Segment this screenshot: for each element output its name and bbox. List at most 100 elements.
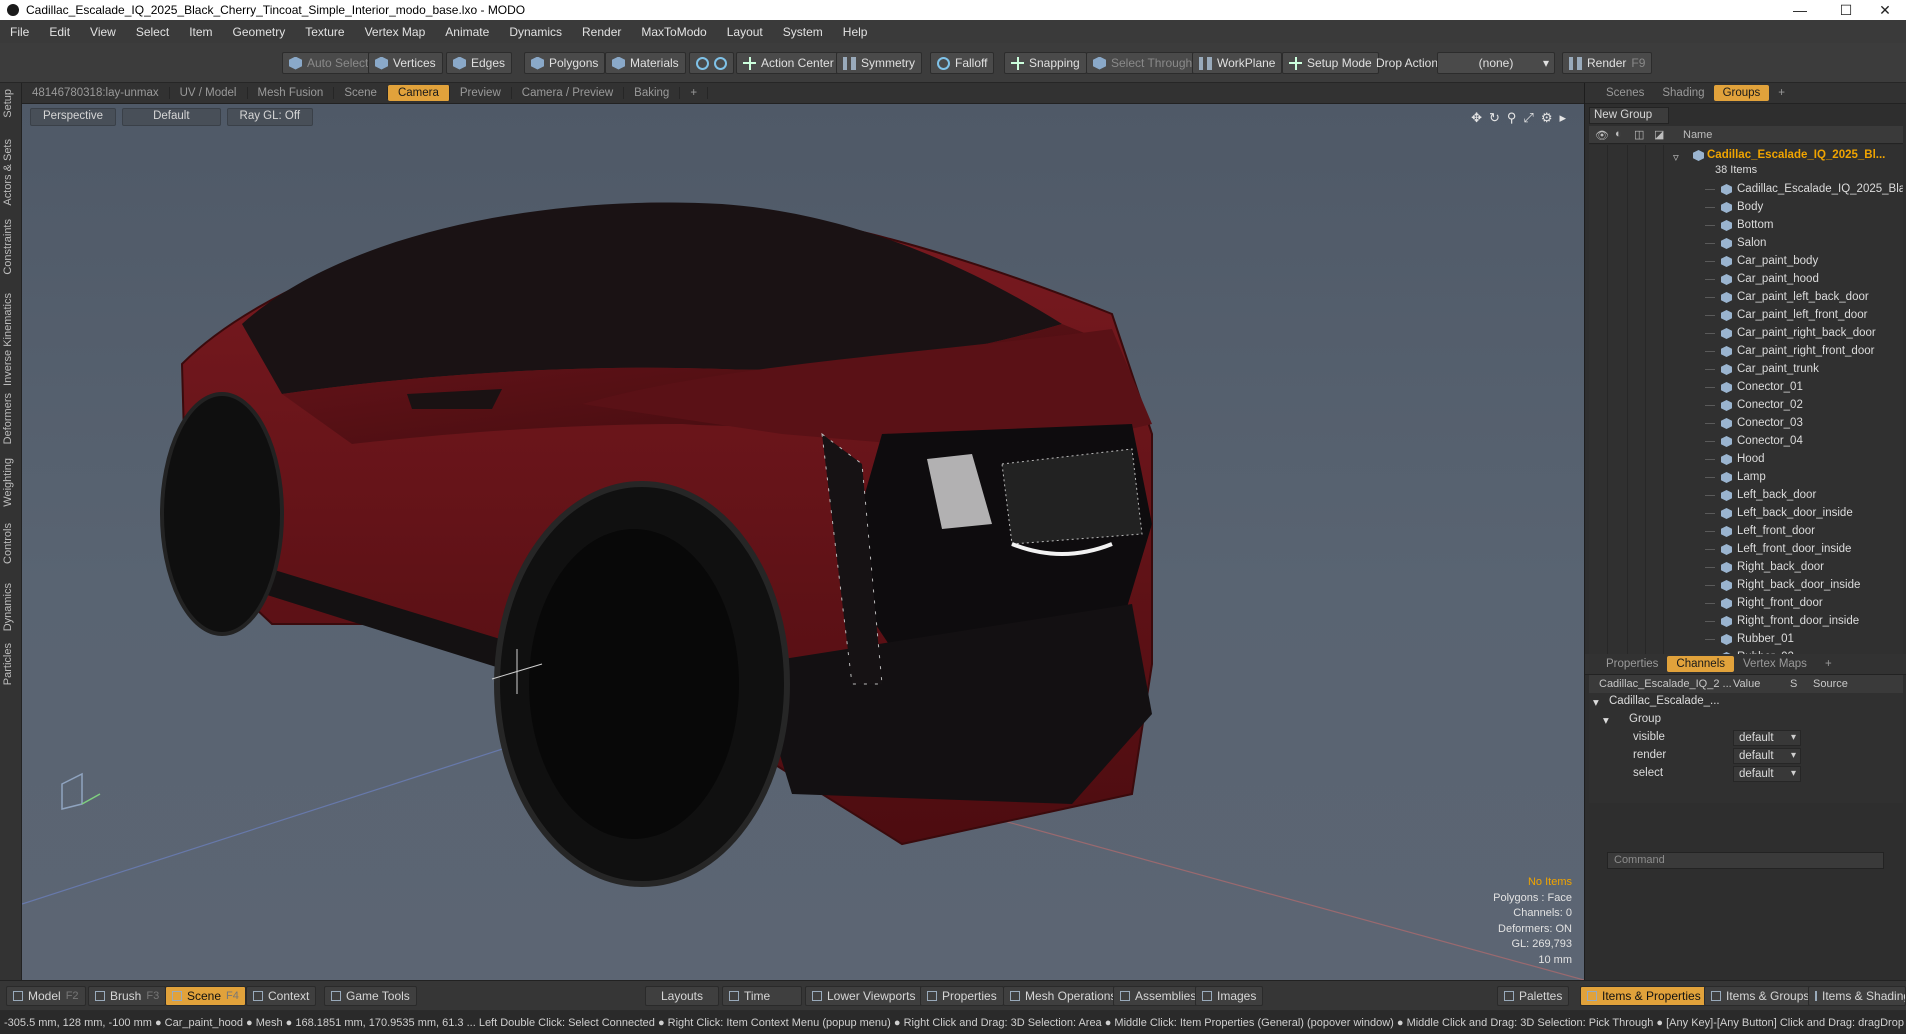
tab-mesh-fusion[interactable]: Mesh Fusion (248, 87, 335, 99)
menu-maxtomodo[interactable]: MaxToModo (631, 25, 716, 39)
strip-tab-actors-sets[interactable]: Actors & Sets (2, 139, 14, 206)
strip-tab-setup[interactable]: Setup (2, 89, 14, 118)
menu-geometry[interactable]: Geometry (223, 25, 296, 39)
group-item-row[interactable]: Left_front_door (1589, 523, 1903, 541)
setup-mode-button[interactable]: Setup Mode (1282, 52, 1379, 74)
menu-select[interactable]: Select (126, 25, 179, 39)
channel-row-visible[interactable]: visible default (1589, 729, 1903, 747)
select-value-select[interactable]: default (1733, 766, 1801, 782)
menu-file[interactable]: File (0, 25, 39, 39)
edges-button[interactable]: Edges (446, 52, 513, 74)
items-properties-button[interactable]: Items & Properties (1580, 986, 1708, 1006)
name-column-header[interactable]: Name (1683, 129, 1712, 141)
group-item-row[interactable]: Conector_02 (1589, 397, 1903, 415)
group-item-row[interactable]: Right_back_door (1589, 559, 1903, 577)
tab-shading[interactable]: Shading (1653, 87, 1713, 99)
channel-tree-root[interactable]: ▾ Cadillac_Escalade_... (1589, 693, 1903, 711)
menu-item[interactable]: Item (179, 25, 222, 39)
tab-baking[interactable]: Baking (624, 87, 681, 99)
tab-layout-unmax[interactable]: 48146780318:lay-unmax (22, 87, 170, 99)
strip-tab-weighting[interactable]: Weighting (2, 458, 14, 507)
tab-scene[interactable]: Scene (334, 87, 388, 99)
group-item-row[interactable]: Conector_01 (1589, 379, 1903, 397)
drop-action-select[interactable]: (none) ▾ (1437, 52, 1555, 74)
game-tools-button[interactable]: Game Tools (324, 986, 417, 1006)
time-button[interactable]: Time (722, 986, 802, 1006)
group-item-row[interactable]: Conector_04 (1589, 433, 1903, 451)
brush-layout-button[interactable]: Brush F3 (88, 986, 167, 1006)
menu-dynamics[interactable]: Dynamics (499, 25, 572, 39)
menu-vertex-map[interactable]: Vertex Map (355, 25, 436, 39)
lower-viewports-button[interactable]: Lower Viewports (805, 986, 923, 1006)
perspective-dropdown[interactable]: Perspective (30, 108, 117, 126)
group-item-row[interactable]: Car_paint_body (1589, 253, 1903, 271)
group-item-row[interactable]: Cadillac_Escalade_IQ_2025_Black... (1589, 181, 1903, 199)
group-item-row[interactable]: Lamp (1589, 469, 1903, 487)
add-tab-button[interactable]: + (680, 87, 709, 99)
group-item-row[interactable]: Right_front_door_inside (1589, 613, 1903, 631)
group-item-row[interactable]: Hood (1589, 451, 1903, 469)
materials-button[interactable]: Materials (605, 52, 686, 74)
strip-tab-deformers[interactable]: Deformers (2, 393, 14, 444)
group-item-row[interactable]: Left_back_door (1589, 487, 1903, 505)
channel-tree-group[interactable]: ▾ Group (1589, 711, 1903, 729)
new-group-button[interactable]: New Group (1589, 107, 1669, 124)
3d-viewport[interactable]: ✥ ↻ ⚲ ⤢ ⚙ ▸ No Items Polygons : Face Cha… (22, 104, 1584, 980)
properties-button[interactable]: Properties (920, 986, 1004, 1006)
assemblies-button[interactable]: Assemblies (1113, 986, 1204, 1006)
expand-triangle-icon[interactable]: ▾ (1603, 713, 1609, 727)
context-layout-button[interactable]: Context (246, 986, 317, 1006)
mesh-operations-button[interactable]: Mesh Operations (1003, 986, 1124, 1006)
model-layout-button[interactable]: Model F2 (6, 986, 86, 1006)
selection-sets-button[interactable] (689, 52, 734, 74)
group-item-row[interactable]: Salon (1589, 235, 1903, 253)
tab-camera-preview[interactable]: Camera / Preview (512, 87, 625, 99)
channel-row-render[interactable]: render default (1589, 747, 1903, 765)
group-item-row[interactable]: Conector_03 (1589, 415, 1903, 433)
strip-tab-constraints[interactable]: Constraints (2, 219, 14, 275)
group-root-row[interactable]: ▿ Cadillac_Escalade_IQ_2025_Bl... 38 Ite… (1589, 147, 1903, 177)
strip-tab-dynamics[interactable]: Dynamics (2, 583, 14, 631)
workplane-button[interactable]: WorkPlane (1192, 52, 1283, 74)
move-view-icon[interactable]: ✥ (1471, 110, 1482, 126)
snapping-button[interactable]: Snapping (1004, 52, 1087, 74)
group-item-row[interactable]: Car_paint_trunk (1589, 361, 1903, 379)
menu-animate[interactable]: Animate (435, 25, 499, 39)
group-item-row[interactable]: Car_paint_left_front_door (1589, 307, 1903, 325)
menu-layout[interactable]: Layout (717, 25, 773, 39)
items-shading-button[interactable]: Items & Shading (1808, 986, 1906, 1006)
tab-groups[interactable]: Groups (1713, 85, 1770, 101)
palettes-button[interactable]: Palettes (1497, 986, 1570, 1006)
rotate-view-icon[interactable]: ↻ (1489, 110, 1500, 126)
render-value-select[interactable]: default (1733, 748, 1801, 764)
expand-triangle-icon[interactable]: ▾ (1593, 695, 1599, 709)
tab-preview[interactable]: Preview (450, 87, 512, 99)
viewport-menu-icon[interactable]: ▸ (1559, 110, 1566, 126)
vertices-button[interactable]: Vertices (368, 52, 443, 74)
fit-view-icon[interactable]: ⤢ (1523, 110, 1533, 126)
tab-uv-model[interactable]: UV / Model (170, 87, 248, 99)
raygl-toggle[interactable]: Ray GL: Off (226, 108, 314, 126)
collapse-triangle-icon[interactable]: ▿ (1673, 150, 1679, 164)
layouts-button[interactable]: Layouts (645, 986, 719, 1006)
items-groups-button[interactable]: Items & Groups (1704, 986, 1817, 1006)
minimize-button[interactable]: — (1777, 0, 1823, 20)
group-item-row[interactable]: Right_front_door (1589, 595, 1903, 613)
images-button[interactable]: Images (1195, 986, 1264, 1006)
group-item-row[interactable]: Left_back_door_inside (1589, 505, 1903, 523)
shading-dropdown[interactable]: Default (122, 108, 221, 126)
menu-system[interactable]: System (773, 25, 833, 39)
zoom-view-icon[interactable]: ⚲ (1507, 110, 1517, 126)
group-item-row[interactable]: Car_paint_right_back_door (1589, 325, 1903, 343)
action-center-button[interactable]: Action Center (736, 52, 841, 74)
render-button[interactable]: Render F9 (1562, 52, 1653, 74)
select-through-button[interactable]: Select Through (1086, 52, 1200, 74)
group-item-row[interactable]: Bottom (1589, 217, 1903, 235)
menu-render[interactable]: Render (572, 25, 631, 39)
tab-scenes[interactable]: Scenes (1597, 87, 1653, 99)
command-input[interactable]: Command (1607, 852, 1884, 869)
group-item-row[interactable]: Body (1589, 199, 1903, 217)
auto-select-button[interactable]: Auto Select (282, 52, 376, 74)
group-item-row[interactable]: Car_paint_right_front_door (1589, 343, 1903, 361)
tab-properties[interactable]: Properties (1597, 658, 1667, 670)
